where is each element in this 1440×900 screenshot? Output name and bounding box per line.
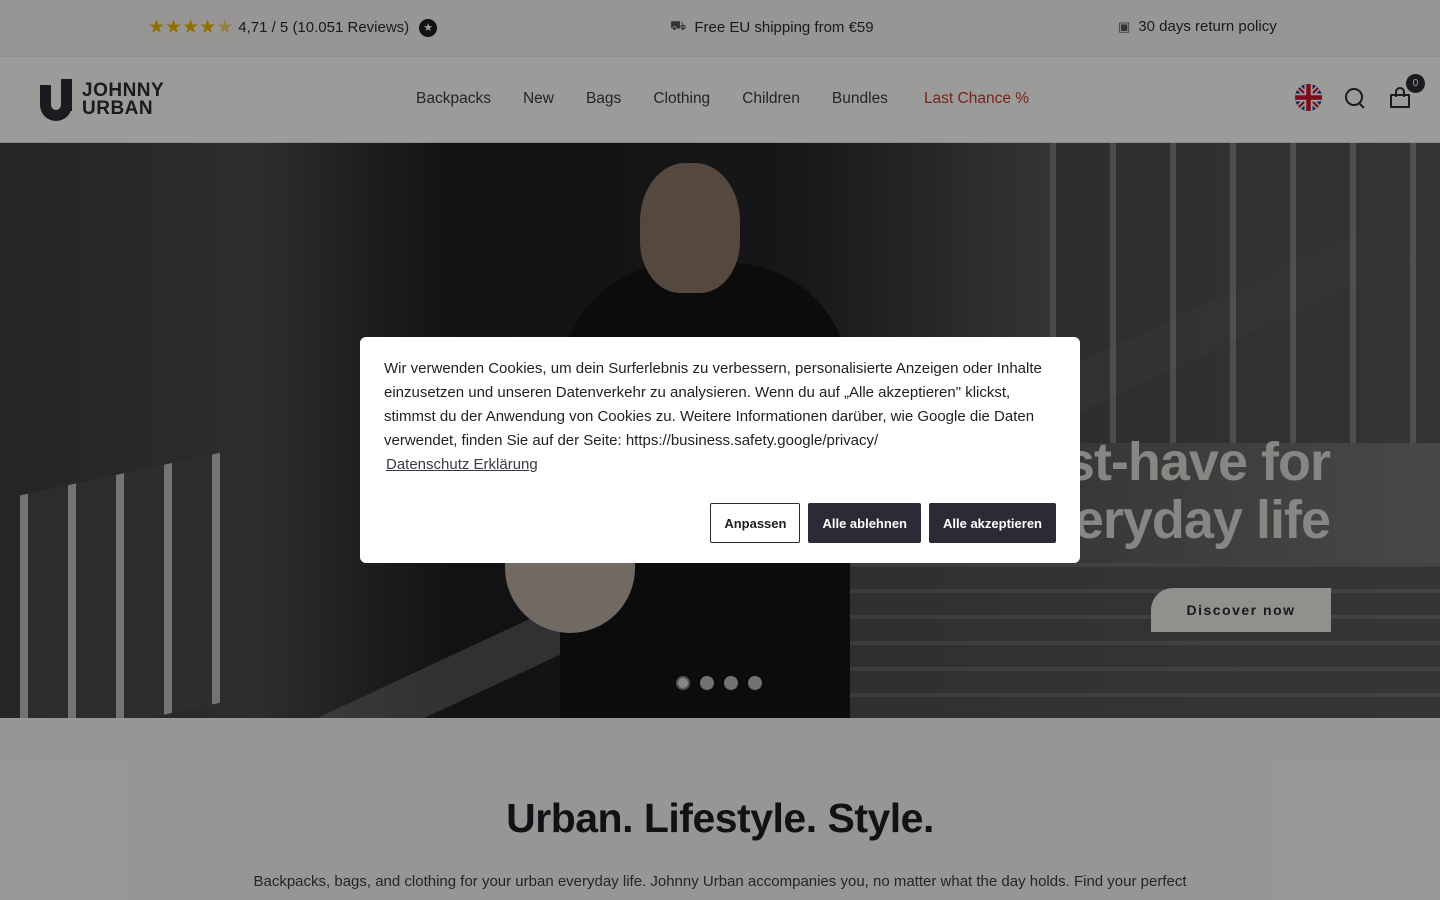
privacy-policy-link[interactable]: Datenschutz Erklärung xyxy=(386,456,538,473)
cookie-actions: Anpassen Alle ablehnen Alle akzeptieren xyxy=(710,503,1056,543)
customize-button[interactable]: Anpassen xyxy=(710,503,801,543)
cookie-message: Wir verwenden Cookies, um dein Surferleb… xyxy=(384,360,1042,449)
reject-all-button[interactable]: Alle ablehnen xyxy=(808,503,921,543)
accept-all-button[interactable]: Alle akzeptieren xyxy=(929,503,1056,543)
cookie-consent-dialog: Wir verwenden Cookies, um dein Surferleb… xyxy=(360,337,1080,563)
